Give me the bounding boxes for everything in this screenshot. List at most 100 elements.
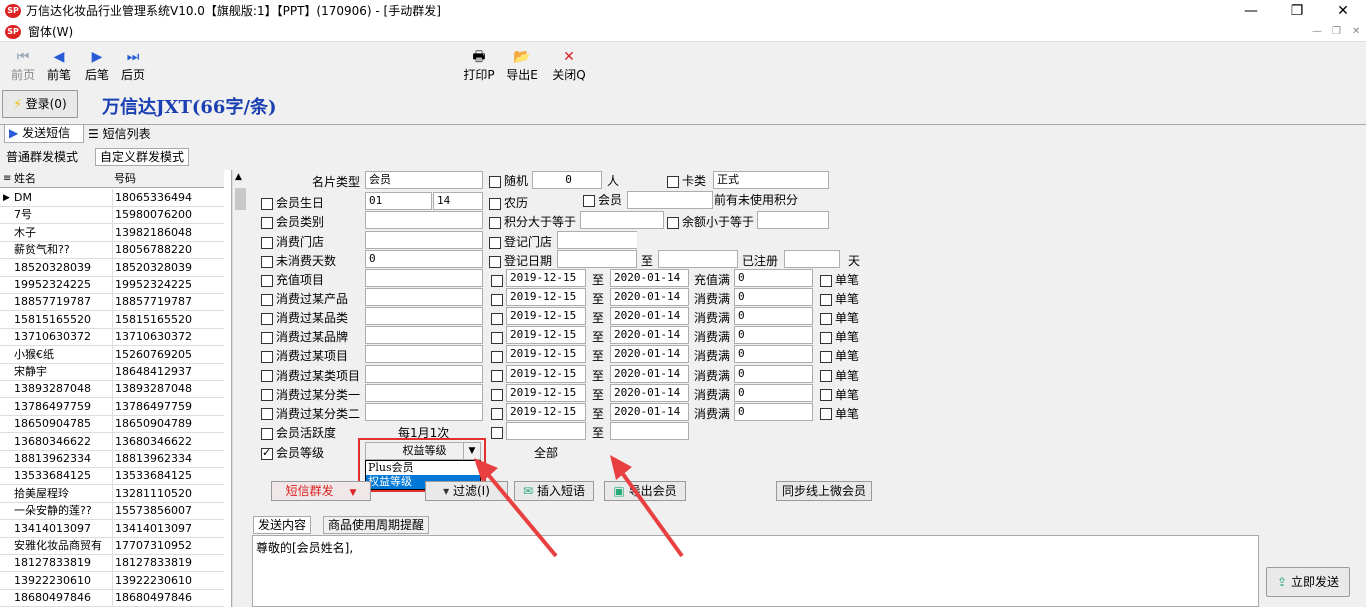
single-checkbox[interactable] [820, 407, 832, 421]
range-date-to[interactable]: 2020-01-14 [610, 402, 689, 421]
table-row[interactable]: 13680346622 13680346622 [0, 432, 224, 451]
table-row[interactable]: 宋静宇 18648412937 [0, 363, 224, 381]
activity-date-from[interactable] [506, 422, 586, 440]
message-textarea[interactable]: 尊敬的[会员姓名], [252, 535, 1259, 607]
card-kind-input[interactable]: 正式 [713, 171, 829, 189]
range-amount-input[interactable]: 0 [734, 402, 813, 421]
sync-wechat-button[interactable]: 同步线上微会员 [776, 481, 872, 501]
range-checkbox[interactable] [261, 292, 273, 306]
mdi-restore-icon[interactable]: ❐ [1332, 24, 1341, 40]
single-checkbox[interactable] [820, 330, 832, 344]
maximize-icon[interactable]: ❐ [1274, 0, 1320, 22]
range-amount-input[interactable]: 0 [734, 383, 813, 402]
table-row[interactable]: 13414013097 13414013097 [0, 519, 224, 538]
range-checkbox[interactable] [261, 273, 273, 287]
range-date-checkbox[interactable] [491, 273, 503, 287]
single-checkbox[interactable] [820, 292, 832, 306]
range-date-checkbox[interactable] [491, 349, 503, 363]
range-checkbox[interactable] [261, 369, 273, 383]
range-amount-input[interactable]: 0 [734, 288, 813, 307]
range-date-checkbox[interactable] [491, 369, 503, 383]
member-class-checkbox[interactable] [261, 215, 273, 229]
range-date-checkbox[interactable] [491, 330, 503, 344]
range-date-from[interactable]: 2019-12-15 [506, 307, 586, 326]
menu-window[interactable]: 窗体(W) [28, 24, 73, 40]
table-row[interactable]: 安雅化妆品商贸有 17707310952 [0, 537, 224, 555]
range-date-from[interactable]: 2019-12-15 [506, 269, 586, 287]
table-row[interactable]: 13922230610 13922230610 [0, 571, 224, 590]
card-type-input[interactable]: 会员 [365, 171, 483, 189]
range-amount-input[interactable]: 0 [734, 364, 813, 383]
balance-lte-input[interactable] [757, 211, 829, 229]
range-date-from[interactable]: 2019-12-15 [506, 345, 586, 364]
close-window-icon[interactable]: ✕ [1320, 0, 1366, 22]
range-date-checkbox[interactable] [491, 388, 503, 402]
first-page-button[interactable]: ⏮ 前页 [6, 48, 40, 83]
lunar-checkbox[interactable] [489, 196, 501, 210]
table-row[interactable]: 13533684125 13533684125 [0, 467, 224, 486]
random-checkbox[interactable] [489, 174, 501, 188]
range-checkbox[interactable] [261, 349, 273, 363]
range-input[interactable] [365, 402, 483, 421]
range-input[interactable] [365, 364, 483, 383]
mdi-minimize-icon[interactable]: — [1312, 24, 1322, 40]
scroll-thumb[interactable] [235, 188, 246, 210]
login-button[interactable]: ⚡ 登录(0) [2, 90, 78, 118]
tab-sms-list[interactable]: ☰ 短信列表 [88, 126, 151, 142]
col-phone[interactable]: 号码 [114, 170, 136, 187]
range-date-from[interactable]: 2019-12-15 [506, 364, 586, 383]
print-button[interactable]: 🖶 打印P [462, 48, 496, 83]
range-date-checkbox[interactable] [491, 311, 503, 325]
tab-custom-mode[interactable]: 自定义群发模式 [95, 148, 190, 166]
range-amount-input[interactable]: 0 [734, 345, 813, 364]
level-checkbox[interactable] [261, 446, 273, 460]
birthday-from-input[interactable]: 01 [365, 192, 432, 210]
table-row[interactable]: 小猴€纸 15260769205 [0, 345, 224, 364]
activity-date-to[interactable] [610, 422, 689, 440]
member-checkbox[interactable] [583, 193, 595, 207]
range-input[interactable] [365, 288, 483, 307]
single-checkbox[interactable] [820, 369, 832, 383]
range-date-checkbox[interactable] [491, 407, 503, 421]
birthday-to-input[interactable]: 14 [433, 192, 483, 210]
member-class-input[interactable] [365, 211, 483, 229]
grid-menu-icon[interactable]: ≡ [3, 170, 11, 187]
table-row[interactable]: 18650904785 18650904789 [0, 415, 224, 434]
points-gte-input[interactable] [580, 211, 664, 229]
range-checkbox[interactable] [261, 407, 273, 421]
balance-lte-checkbox[interactable] [667, 215, 679, 229]
table-row[interactable]: 木子 13982186048 [0, 223, 224, 242]
range-input[interactable] [365, 345, 483, 364]
random-count-input[interactable]: 0 [532, 171, 602, 189]
table-row[interactable]: ▶ DM 18065336494 [0, 189, 224, 207]
table-row[interactable]: 13893287048 13893287048 [0, 380, 224, 399]
single-checkbox[interactable] [820, 349, 832, 363]
send-now-button[interactable]: ⇪ 立即发送 [1266, 567, 1350, 597]
table-row[interactable]: 13710630372 13710630372 [0, 328, 224, 347]
col-name[interactable]: 姓名 [14, 170, 36, 187]
range-input[interactable] [365, 326, 483, 345]
range-amount-input[interactable]: 0 [734, 307, 813, 326]
range-checkbox[interactable] [261, 311, 273, 325]
single-checkbox[interactable] [820, 311, 832, 325]
last-page-button[interactable]: ⏭ 后页 [118, 48, 148, 83]
table-row[interactable]: 13786497759 13786497759 [0, 397, 224, 416]
birthday-checkbox[interactable] [261, 196, 273, 210]
table-row[interactable]: 19952324225 19952324225 [0, 276, 224, 294]
export-members-button[interactable]: ▣ 导出会员 [604, 481, 686, 501]
table-row[interactable]: 18813962334 18813962334 [0, 450, 224, 468]
export-button[interactable]: 📂 导出E [504, 48, 540, 83]
range-amount-input[interactable]: 0 [734, 269, 813, 287]
reg-store-input[interactable] [557, 231, 637, 249]
tab-send-content[interactable]: 发送内容 [253, 516, 312, 534]
single-checkbox[interactable] [820, 273, 832, 287]
table-row[interactable]: 18127833819 18127833819 [0, 554, 224, 573]
range-checkbox[interactable] [261, 330, 273, 344]
reg-date-checkbox[interactable] [489, 254, 501, 268]
range-date-to[interactable]: 2020-01-14 [610, 288, 689, 307]
minimize-icon[interactable]: — [1228, 0, 1274, 22]
table-row[interactable]: 18680497846 18680497846 [0, 589, 224, 607]
range-date-to[interactable]: 2020-01-14 [610, 364, 689, 383]
range-date-checkbox[interactable] [491, 292, 503, 306]
table-row[interactable]: 7号 15980076200 [0, 206, 224, 225]
